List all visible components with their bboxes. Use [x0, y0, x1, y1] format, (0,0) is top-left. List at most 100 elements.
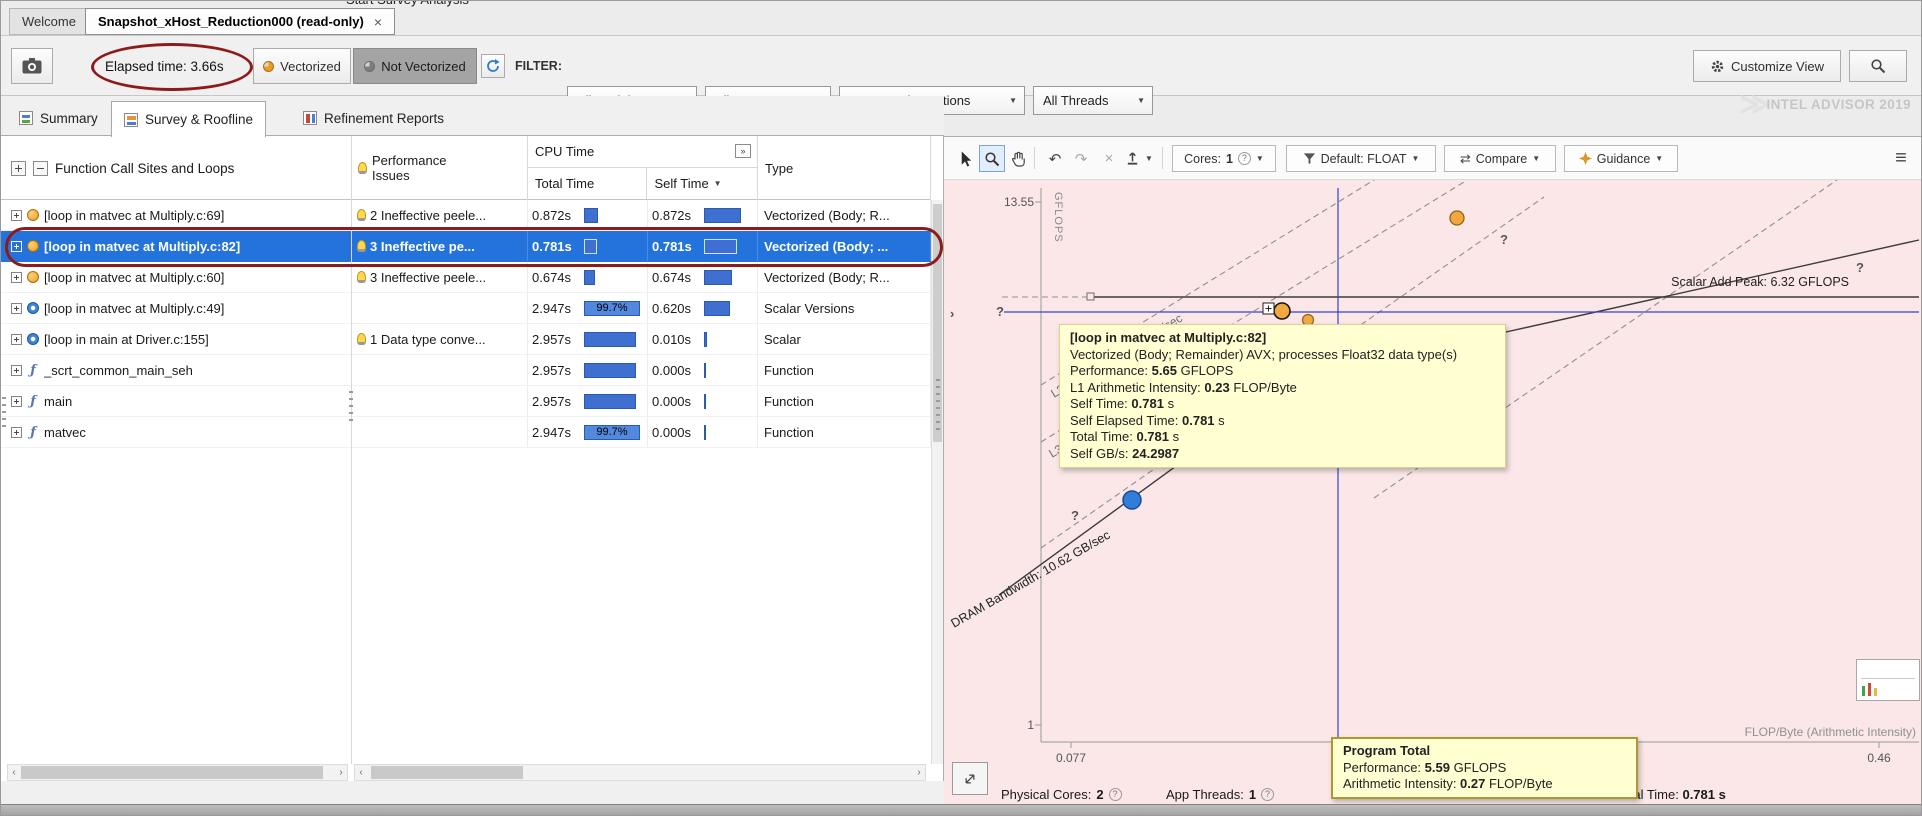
- scroll-left-icon[interactable]: ‹: [355, 765, 367, 780]
- vertical-scrollbar[interactable]: [931, 200, 943, 764]
- tab-summary[interactable]: Summary: [7, 101, 110, 135]
- performance-issues-column-header[interactable]: PerformanceIssues: [352, 136, 528, 200]
- cpu-time-column-header[interactable]: CPU Time: [535, 144, 594, 159]
- hscrollbar-thumb[interactable]: [371, 766, 523, 779]
- expand-row-icon[interactable]: [11, 365, 22, 376]
- expand-all-button[interactable]: [11, 161, 26, 176]
- expand-row-icon[interactable]: [11, 210, 22, 221]
- zoom-tool-button[interactable]: [979, 145, 1005, 172]
- vectorized-filter-button[interactable]: Vectorized: [253, 48, 351, 84]
- roof-help-icon[interactable]: ?: [1500, 232, 1508, 247]
- scatter-point-orange-loop[interactable]: [1450, 211, 1464, 225]
- expand-row-icon[interactable]: [11, 272, 22, 283]
- function-name: matvec: [44, 425, 86, 440]
- hscrollbar-thumb[interactable]: [21, 766, 323, 779]
- left-pane-splitter-handle[interactable]: [2, 397, 6, 427]
- function-column-header[interactable]: Function Call Sites and Loops: [55, 161, 234, 176]
- function-icon: ƒ: [27, 425, 39, 440]
- expand-row-icon[interactable]: [11, 396, 22, 407]
- column-splitter[interactable]: [351, 136, 352, 764]
- tab-snapshot[interactable]: Snapshot_xHost_Reduction000 (read-only) …: [85, 8, 395, 35]
- redo-button[interactable]: ↷: [1068, 145, 1094, 172]
- expand-row-icon[interactable]: [11, 303, 22, 314]
- close-tab-icon[interactable]: ×: [374, 14, 382, 30]
- pointer-tool-button[interactable]: [952, 145, 978, 172]
- guidance-dropdown[interactable]: Guidance ▼: [1564, 145, 1678, 172]
- program-total-title: Program Total: [1343, 743, 1430, 758]
- application-window: { "window": { "clipped_top_text": "Start…: [0, 0, 1922, 816]
- search-button[interactable]: [1849, 50, 1907, 82]
- expand-row-icon[interactable]: [11, 427, 22, 438]
- table-row[interactable]: ƒmatvec 2.947s99.7% 0.000s Function: [1, 417, 931, 448]
- roofline-toolbar: ↶ ↷ × ▼ Cores: 1 ? ▼ Default: FLOAT ▼ ⇄ …: [944, 137, 1922, 180]
- export-button[interactable]: ▼: [1122, 145, 1156, 172]
- delete-button[interactable]: ×: [1096, 145, 1122, 172]
- expand-row-icon[interactable]: [11, 334, 22, 345]
- main-toolbar: Elapsed time: 3.66s Vectorized Not Vecto…: [1, 35, 1922, 96]
- roof-marker[interactable]: [1087, 293, 1094, 300]
- scatter-point-selected-loop[interactable]: [1274, 303, 1290, 319]
- collapse-all-button[interactable]: [33, 161, 48, 176]
- table-row[interactable]: [loop in matvec at Multiply.c:49] 2.947s…: [1, 293, 931, 324]
- function-pane-hscrollbar[interactable]: ‹ ›: [7, 764, 348, 781]
- issues-text: 3 Ineffective peele...: [370, 270, 486, 285]
- total-time-value: 0.872s: [532, 208, 584, 223]
- roofline-chart[interactable]: 13.55 1 0.077 0.46 GFLOPS FLOP/Byte (Ari…: [944, 180, 1922, 816]
- not-vectorized-filter-button[interactable]: Not Vectorized: [353, 48, 477, 84]
- roof-filter-dropdown[interactable]: Default: FLOAT ▼: [1286, 145, 1436, 172]
- table-row[interactable]: ƒ_scrt_common_main_seh 2.957s 0.000s Fun…: [1, 355, 931, 386]
- program-total-intensity: Arithmetic Intensity: 0.27 FLOP/Byte: [1343, 776, 1626, 793]
- help-icon[interactable]: ?: [1261, 788, 1274, 801]
- snapshot-button[interactable]: [11, 48, 53, 84]
- table-row[interactable]: ƒmain 2.957s 0.000s Function: [1, 386, 931, 417]
- expand-row-icon[interactable]: [11, 241, 22, 252]
- refresh-filter-button[interactable]: [481, 54, 505, 78]
- table-row[interactable]: [loop in matvec at Multiply.c:69] 2 Inef…: [1, 200, 931, 231]
- chevron-down-icon: ▼: [1009, 97, 1017, 105]
- table-row-selected[interactable]: [loop in matvec at Multiply.c:82] 3 Inef…: [1, 231, 931, 262]
- self-time-bar: [704, 239, 737, 254]
- type-column-header[interactable]: Type: [758, 136, 931, 200]
- chart-menu-button[interactable]: ≡: [1888, 145, 1914, 172]
- tab-welcome[interactable]: Welcome: [9, 8, 89, 35]
- self-time-bar: [704, 208, 741, 223]
- customize-view-button[interactable]: Customize View: [1693, 50, 1841, 82]
- minimap-mark: [1868, 683, 1871, 696]
- table-row[interactable]: [loop in matvec at Multiply.c:60] 3 Inef…: [1, 262, 931, 293]
- scroll-left-icon[interactable]: ‹: [8, 765, 20, 780]
- help-icon[interactable]: ?: [1109, 788, 1122, 801]
- program-total-tooltip: Program Total Performance: 5.59 GFLOPS A…: [1331, 737, 1638, 799]
- vectorized-loop-icon: [27, 209, 39, 221]
- expand-cpu-columns-icon[interactable]: »: [735, 144, 751, 158]
- tab-survey-roofline[interactable]: Survey & Roofline: [111, 101, 266, 137]
- scroll-right-icon[interactable]: ›: [913, 765, 925, 780]
- expand-chart-button[interactable]: [952, 762, 988, 795]
- panel-splitter-handle[interactable]: [936, 379, 940, 431]
- total-time-column-header[interactable]: Total Time: [528, 168, 647, 199]
- cores-dropdown[interactable]: Cores: 1 ? ▼: [1172, 145, 1276, 172]
- compare-dropdown[interactable]: ⇄ Compare ▼: [1444, 145, 1556, 172]
- toolbar-separator: [1162, 147, 1163, 169]
- tooltip-line: Performance: 5.65 GFLOPS: [1070, 363, 1495, 380]
- column-splitter-handle[interactable]: [349, 391, 353, 423]
- zoom-minimap[interactable]: [1856, 659, 1920, 701]
- self-time-column-header[interactable]: Self Time▼: [647, 168, 757, 199]
- roof-help-icon[interactable]: ?: [1856, 260, 1864, 275]
- roof-help-icon[interactable]: ?: [1071, 508, 1079, 523]
- tab-refinement-reports[interactable]: Refinement Reports: [291, 101, 456, 135]
- scroll-right-icon[interactable]: ›: [335, 765, 347, 780]
- pan-tool-button[interactable]: [1006, 145, 1032, 172]
- filter-label: FILTER:: [515, 48, 562, 84]
- scatter-point-blue-loop[interactable]: [1123, 491, 1141, 509]
- data-pane-hscrollbar[interactable]: ‹ ›: [354, 764, 926, 781]
- filter-threads-dropdown[interactable]: All Threads▼: [1033, 86, 1153, 115]
- roof-help-icon[interactable]: ?: [996, 304, 1004, 319]
- x-tick-left: 0.077: [1056, 751, 1086, 765]
- tab-snapshot-label: Snapshot_xHost_Reduction000 (read-only): [98, 14, 364, 29]
- function-name: _scrt_common_main_seh: [44, 363, 193, 378]
- chevron-down-icon: ▼: [1655, 155, 1663, 163]
- table-row[interactable]: [loop in main at Driver.c:155] 1 Data ty…: [1, 324, 931, 355]
- delete-icon: ×: [1105, 150, 1114, 167]
- undo-button[interactable]: ↶: [1042, 145, 1068, 172]
- chevron-down-icon: ▼: [1412, 155, 1420, 163]
